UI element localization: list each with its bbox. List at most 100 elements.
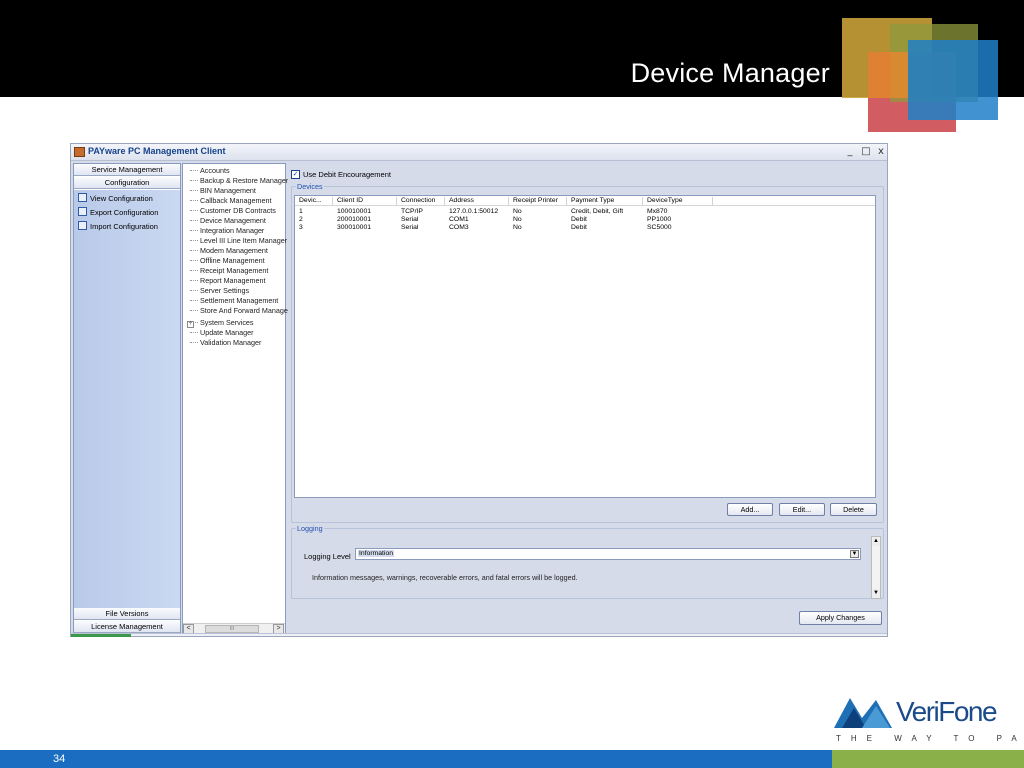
close-button[interactable]: x	[874, 145, 888, 159]
deco-square-blue	[908, 40, 998, 120]
verifone-mark-icon	[834, 698, 892, 728]
cell-connection: Serial	[401, 216, 419, 223]
logging-level-select[interactable]: Information ▼	[355, 548, 861, 560]
column-header-connection[interactable]: Connection	[397, 197, 445, 206]
devices-group-title: Devices	[296, 182, 324, 191]
cell-client-id: 100010001	[337, 208, 372, 215]
nav-button-license-management[interactable]: License Management	[74, 621, 180, 633]
nav-item-import-configuration[interactable]: Import Configuration	[78, 221, 158, 233]
tree-item-server-settings[interactable]: Server Settings	[190, 286, 249, 296]
tree-item-system-services[interactable]: System Services	[190, 318, 254, 328]
scroll-up-icon[interactable]: ▲	[872, 537, 880, 546]
cell-receipt-printer: No	[513, 224, 522, 231]
cell-device-type: SC5000	[647, 224, 672, 231]
page-number: 34	[53, 753, 66, 765]
cell-device: 1	[299, 208, 303, 215]
tree-item-report-management[interactable]: Report Management	[190, 276, 266, 286]
cell-receipt-printer: No	[513, 216, 522, 223]
logging-level-value: Information	[358, 550, 395, 557]
cell-receipt-printer: No	[513, 208, 522, 215]
tree-item-callback-management[interactable]: Callback Management	[190, 196, 272, 206]
column-header-payment-type[interactable]: Payment Type	[567, 197, 643, 206]
maximize-button[interactable]: □	[859, 145, 873, 159]
column-header-address[interactable]: Address	[445, 197, 509, 206]
nav-button-service-management[interactable]: Service Management	[74, 164, 180, 176]
app-icon	[74, 147, 85, 157]
tree-item-receipt-management[interactable]: Receipt Management	[190, 266, 268, 276]
tree-item-validation-manager[interactable]: Validation Manager	[190, 338, 261, 348]
logging-level-label: Logging Level	[304, 552, 351, 561]
logging-group-title: Logging	[296, 524, 324, 533]
column-header-receipt-printer[interactable]: Receipt Printer	[509, 197, 567, 206]
tree-item-offline-management[interactable]: Offline Management	[190, 256, 265, 266]
window-title: PAYware PC Management Client	[88, 146, 226, 156]
cell-client-id: 300010001	[337, 224, 372, 231]
chevron-down-icon[interactable]: ▼	[850, 550, 859, 558]
cell-payment-type: Debit	[571, 216, 587, 223]
column-header-client-id[interactable]: Client ID	[333, 197, 397, 206]
deco-square-orange	[868, 52, 908, 98]
scroll-down-icon[interactable]: ▼	[872, 589, 880, 598]
status-accent	[71, 634, 131, 637]
devices-groupbox: Devices Devic... Client ID Connection Ad…	[291, 182, 884, 523]
scroll-thumb[interactable]: III	[205, 625, 259, 633]
cell-payment-type: Credit, Debit, Gift	[571, 208, 624, 215]
minimize-button[interactable]: _	[843, 145, 857, 159]
cell-device-type: Mx870	[647, 208, 668, 215]
tree-item-accounts[interactable]: Accounts	[190, 166, 230, 176]
logging-description: Information messages, warnings, recovera…	[312, 573, 578, 582]
nav-item-label: Export Configuration	[90, 208, 159, 217]
nav-button-configuration[interactable]: Configuration	[74, 177, 180, 189]
slide-title: Device Manager	[630, 58, 830, 88]
cell-device: 3	[299, 224, 303, 231]
debit-encouragement-checkbox[interactable]: ✓	[291, 170, 300, 179]
edit-device-button[interactable]: Edit...	[779, 503, 825, 516]
nav-item-view-configuration[interactable]: View Configuration	[78, 193, 153, 205]
add-device-button[interactable]: Add...	[727, 503, 773, 516]
nav-list: View Configuration Export Configuration …	[74, 190, 180, 608]
nav-item-label: View Configuration	[90, 194, 153, 203]
cell-device: 2	[299, 216, 303, 223]
tree-item-backup-restore[interactable]: Backup & Restore Manager	[190, 176, 288, 186]
verifone-logo: VeriFone THE WAY TO PAY	[832, 688, 1024, 748]
logo-tagline: THE WAY TO PAY	[836, 734, 1024, 743]
nav-button-file-versions[interactable]: File Versions	[74, 608, 180, 620]
column-header-device-type[interactable]: DeviceType	[643, 197, 713, 206]
import-config-icon	[78, 221, 87, 230]
cell-connection: Serial	[401, 224, 419, 231]
config-tree: Accounts Backup & Restore Manager BIN Ma…	[182, 163, 290, 635]
tree-item-level-iii[interactable]: Level III Line Item Manager	[190, 236, 287, 246]
nav-item-export-configuration[interactable]: Export Configuration	[78, 207, 158, 219]
app-window: PAYware PC Management Client _ □ x Servi…	[70, 143, 888, 637]
cell-payment-type: Debit	[571, 224, 587, 231]
cell-address: COM1	[449, 216, 469, 223]
tree-item-device-management[interactable]: Device Management	[190, 216, 266, 226]
logo-name: VeriFone	[896, 696, 998, 727]
tree-item-integration-manager[interactable]: Integration Manager	[190, 226, 264, 236]
apply-changes-button[interactable]: Apply Changes	[799, 611, 882, 625]
status-strip	[71, 633, 887, 637]
view-config-icon	[78, 193, 87, 202]
tree-item-store-and-forward[interactable]: Store And Forward Manager	[190, 306, 290, 316]
tree-item-bin-management[interactable]: BIN Management	[190, 186, 256, 196]
slide: Device Manager PAYware PC Management Cli…	[0, 0, 1024, 768]
devices-table[interactable]: Devic... Client ID Connection Address Re…	[294, 195, 876, 498]
window-titlebar[interactable]: PAYware PC Management Client _ □ x	[71, 144, 887, 161]
column-header-device[interactable]: Devic...	[295, 197, 333, 206]
tree-item-customer-db[interactable]: Customer DB Contracts	[190, 206, 276, 216]
device-manager-panel: ✓ Use Debit Encouragement Devices Devic.…	[288, 163, 886, 635]
devices-table-header: Devic... Client ID Connection Address Re…	[295, 196, 875, 206]
cell-address: 127.0.0.1:50012	[449, 208, 499, 215]
cell-connection: TCP/IP	[401, 208, 423, 215]
tree-item-settlement-management[interactable]: Settlement Management	[190, 296, 278, 306]
nav-item-label: Import Configuration	[90, 222, 158, 231]
delete-device-button[interactable]: Delete	[830, 503, 877, 516]
navigation-pane: Service Management Configuration View Co…	[73, 163, 181, 635]
cell-device-type: PP1000	[647, 216, 672, 223]
tree-item-update-manager[interactable]: Update Manager	[190, 328, 254, 338]
cell-address: COM3	[449, 224, 469, 231]
footer-accent	[832, 750, 1024, 768]
logging-vertical-scrollbar[interactable]: ▲ ▼	[871, 536, 881, 599]
cell-client-id: 200010001	[337, 216, 372, 223]
tree-item-modem-management[interactable]: Modem Management	[190, 246, 268, 256]
